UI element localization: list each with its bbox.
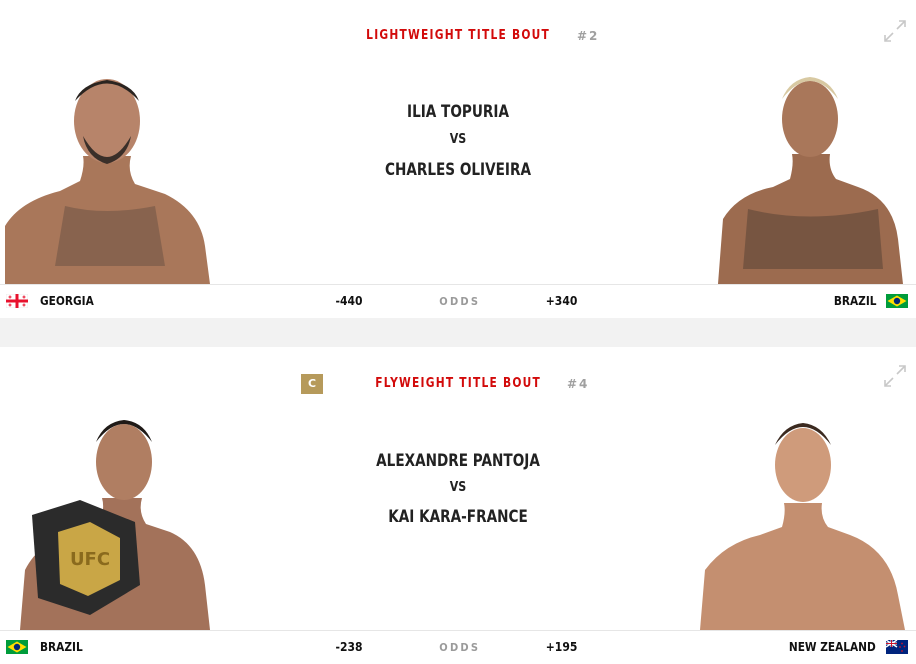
odds-bar: BRAZIL -238 ODDS +195 NEW ZEALAND [0,630,916,664]
red-corner-country: GEORGIA [40,294,94,308]
red-corner-odds: -238 [335,640,363,654]
blue-corner-fighter-photo[interactable] [700,415,905,630]
blue-corner-fighter-name[interactable]: CHARLES OLIVEIRA [338,159,578,181]
blue-corner-country: BRAZIL [833,294,876,308]
versus-label: VS [449,132,467,147]
matchup: ALEXANDRE PANTOJA VS KAI KARA-FRANCE [308,450,608,528]
blue-corner-country: NEW ZEALAND [789,640,876,654]
new-zealand-flag-icon [886,640,908,654]
weight-class-label: FLYWEIGHT TITLE BOUT [375,376,541,391]
bout-header: LIGHTWEIGHT TITLE BOUT #2 [0,26,916,46]
red-corner-fighter-name[interactable]: ILIA TOPURIA [338,101,578,123]
fight-card-2: C FLYWEIGHT TITLE BOUT #4 UFC ALEXANDRE … [0,347,916,664]
odds-bar: GEORGIA -440 ODDS +340 BRAZIL [0,284,916,318]
red-corner-odds: -440 [335,294,363,308]
brazil-flag-icon [6,640,28,654]
bout-header: FLYWEIGHT TITLE BOUT #4 [0,374,916,394]
blue-corner-odds: +195 [545,640,578,654]
odds-label: ODDS [439,641,481,654]
red-corner-fighter-photo[interactable] [5,66,210,284]
expand-icon[interactable] [882,18,908,44]
brazil-flag-icon [886,294,908,308]
expand-icon[interactable] [882,363,908,389]
bout-number: #4 [567,377,590,391]
red-corner-fighter-name[interactable]: ALEXANDRE PANTOJA [338,450,578,472]
bout-number: #2 [577,29,600,43]
blue-corner-fighter-name[interactable]: KAI KARA-FRANCE [338,506,578,528]
blue-corner-fighter-photo[interactable] [718,69,903,284]
weight-class-label: LIGHTWEIGHT TITLE BOUT [366,28,550,43]
red-corner-country: BRAZIL [40,640,83,654]
svg-text:UFC: UFC [70,549,110,570]
matchup: ILIA TOPURIA VS CHARLES OLIVEIRA [308,101,608,181]
blue-corner-odds: +340 [545,294,578,308]
versus-label: VS [449,480,467,495]
georgia-flag-icon [6,294,28,308]
red-corner-fighter-photo[interactable]: UFC [20,410,210,630]
fight-card-1: LIGHTWEIGHT TITLE BOUT #2 ILIA TOPURIA V… [0,0,916,318]
odds-label: ODDS [439,295,481,308]
